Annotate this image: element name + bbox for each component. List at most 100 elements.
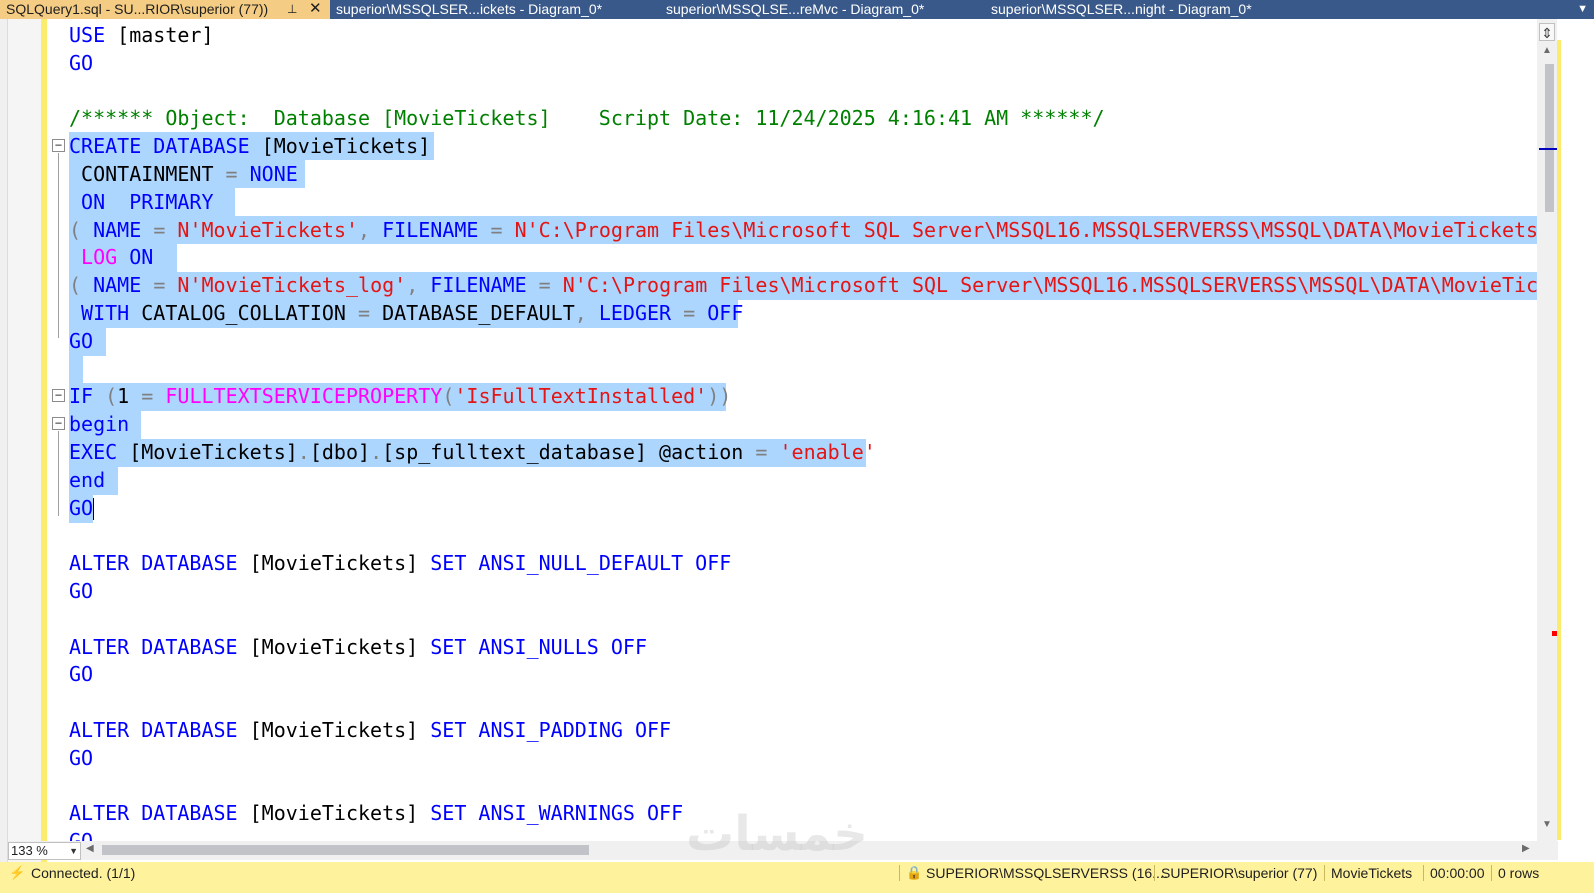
tab-label: superior\MSSQLSER...night - Diagram_0* [991, 1, 1252, 17]
tab-diagram-movietickets[interactable]: superior\MSSQLSER...ickets - Diagram_0* [330, 0, 660, 19]
code-token: SET ANSI_PADDING OFF [430, 718, 672, 742]
code-token: = [683, 301, 708, 325]
tab-label: SQLQuery1.sql - SU...RIOR\superior (77)) [6, 1, 269, 17]
code-line: EXEC [MovieTickets].[dbo].[sp_fulltext_d… [69, 438, 876, 466]
code-token: ALTER DATABASE [69, 551, 250, 576]
editor-left-frame [0, 19, 8, 868]
code-token: [master] [117, 23, 214, 47]
code-token: USE [69, 23, 118, 47]
code-token: = [358, 301, 383, 325]
vertical-scroll-thumb[interactable] [1545, 64, 1554, 212]
code-line: end [69, 466, 105, 494]
code-line: ON PRIMARY [69, 188, 214, 216]
pin-icon[interactable]: ⊥ [287, 0, 297, 18]
code-token: = [153, 217, 178, 242]
code-token: N'MovieTickets_log' [177, 273, 407, 298]
code-token: [MovieTickets] [129, 440, 298, 464]
collapse-icon[interactable]: − [52, 139, 65, 152]
code-line: ( NAME = N'MovieTickets_log', FILENAME =… [69, 271, 1537, 299]
indicator-margin [8, 19, 41, 866]
code-token: CREATE DATABASE [69, 134, 262, 159]
caret-position-marker [1539, 148, 1557, 150]
login-user: SUPERIOR\superior (77) [1161, 865, 1318, 881]
vertical-scrollbar[interactable]: ⇕ ▲ ▼ [1537, 19, 1557, 841]
code-token: CATALOG_COLLATION [141, 301, 358, 325]
code-token: DATABASE_DEFAULT [382, 301, 575, 325]
code-token: = [153, 273, 178, 298]
code-token: 'IsFullTextInstalled' [454, 384, 708, 409]
code-token: [dbo] [309, 440, 371, 464]
scroll-up-icon[interactable]: ▲ [1540, 45, 1554, 57]
code-token: GO [69, 50, 94, 75]
code-token: [sp_fulltext_database] @action [382, 440, 756, 464]
code-token: EXEC [69, 440, 130, 464]
code-token: N'C:\Program Files\Microsoft SQL Server\… [514, 217, 1537, 242]
tab-label: superior\MSSQLSE...reMvc - Diagram_0* [666, 1, 925, 17]
horizontal-scroll-thumb[interactable] [102, 845, 589, 855]
close-icon[interactable]: ✕ [309, 0, 322, 18]
code-token: [MovieTickets] [261, 134, 431, 159]
scroll-right-icon[interactable]: ▶ [1522, 843, 1530, 854]
code-token: [MovieTickets] [249, 634, 431, 659]
code-token: GO [69, 662, 94, 687]
code-token: CONTAINMENT [69, 162, 226, 186]
status-bar: ⚡ Connected. (1/1) 🔒 SUPERIOR\MSSQLSERVE… [0, 862, 1594, 893]
code-token: ALTER DATABASE [69, 634, 250, 659]
code-token: GO [69, 579, 94, 603]
code-token: N'MovieTickets' [177, 217, 359, 242]
divider [1423, 865, 1424, 881]
editor-right-frame [1561, 19, 1594, 868]
code-token: = [225, 162, 250, 186]
code-token: FILENAME [430, 273, 539, 298]
split-view-icon[interactable]: ⇕ [1539, 23, 1555, 41]
selection-highlight [69, 356, 83, 384]
zoom-dropdown[interactable]: 133 % ▼ [8, 842, 81, 860]
tab-diagram-storemvc[interactable]: superior\MSSQLSE...reMvc - Diagram_0* [660, 0, 985, 19]
code-token: LEDGER [598, 301, 684, 325]
code-token: LOG [69, 245, 130, 270]
code-token: ON PRIMARY [69, 189, 214, 214]
code-token: SET ANSI_NULLS OFF [430, 634, 647, 659]
tab-label: superior\MSSQLSER...ickets - Diagram_0* [336, 1, 603, 17]
dropdown-icon[interactable]: ▼ [1577, 0, 1588, 18]
code-token: GO [69, 829, 93, 841]
elapsed-time: 00:00:00 [1430, 865, 1485, 881]
code-token: ON [129, 245, 154, 270]
code-token: ( [69, 273, 94, 298]
tab-diagram-night[interactable]: superior\MSSQLSER...night - Diagram_0* [985, 0, 1315, 19]
scroll-down-icon[interactable]: ▼ [1540, 819, 1554, 831]
code-token: ( [105, 384, 118, 409]
code-token: /****** Object: Database [MovieTickets] … [69, 106, 1105, 131]
code-line: begin [69, 410, 129, 438]
code-token: NONE [249, 162, 298, 186]
code-line: GO [69, 49, 93, 77]
code-token: = [755, 440, 780, 464]
code-token: IF [69, 384, 106, 409]
code-token: [MovieTickets] [249, 718, 431, 742]
row-count: 0 rows [1498, 865, 1540, 881]
code-line: GO [69, 327, 93, 355]
scroll-left-icon[interactable]: ◀ [86, 843, 94, 854]
code-line: CONTAINMENT = NONE [69, 160, 298, 188]
code-token: FULLTEXTSERVICEPROPERTY [165, 384, 443, 409]
code-token: ( [69, 217, 94, 242]
chevron-down-icon: ▼ [69, 846, 78, 856]
fold-guide [58, 431, 59, 516]
code-token: ( [442, 384, 455, 409]
code-token: = [141, 384, 166, 409]
tab-sqlquery1[interactable]: SQLQuery1.sql - SU...RIOR\superior (77))… [0, 0, 330, 19]
server-name: SUPERIOR\MSSQLSERVERSS (16.... [926, 865, 1168, 881]
code-token: . [370, 440, 383, 464]
collapse-icon[interactable]: − [52, 389, 65, 402]
code-line: ALTER DATABASE [MovieTickets] SET ANSI_P… [69, 716, 671, 744]
connection-status: Connected. (1/1) [31, 865, 136, 881]
document-tab-strip: SQLQuery1.sql - SU...RIOR\superior (77))… [0, 0, 1594, 19]
code-line: ALTER DATABASE [MovieTickets] SET ANSI_N… [69, 633, 647, 661]
collapse-icon[interactable]: − [52, 417, 65, 430]
code-token: [MovieTickets] [249, 801, 431, 826]
code-line: /****** Object: Database [MovieTickets] … [69, 104, 1105, 132]
query-editor[interactable]: USE [master] GO /****** Object: Database [… [69, 19, 1537, 841]
code-token: FILENAME [382, 217, 491, 242]
code-token: ALTER DATABASE [69, 801, 250, 826]
code-token: )) [707, 384, 732, 409]
